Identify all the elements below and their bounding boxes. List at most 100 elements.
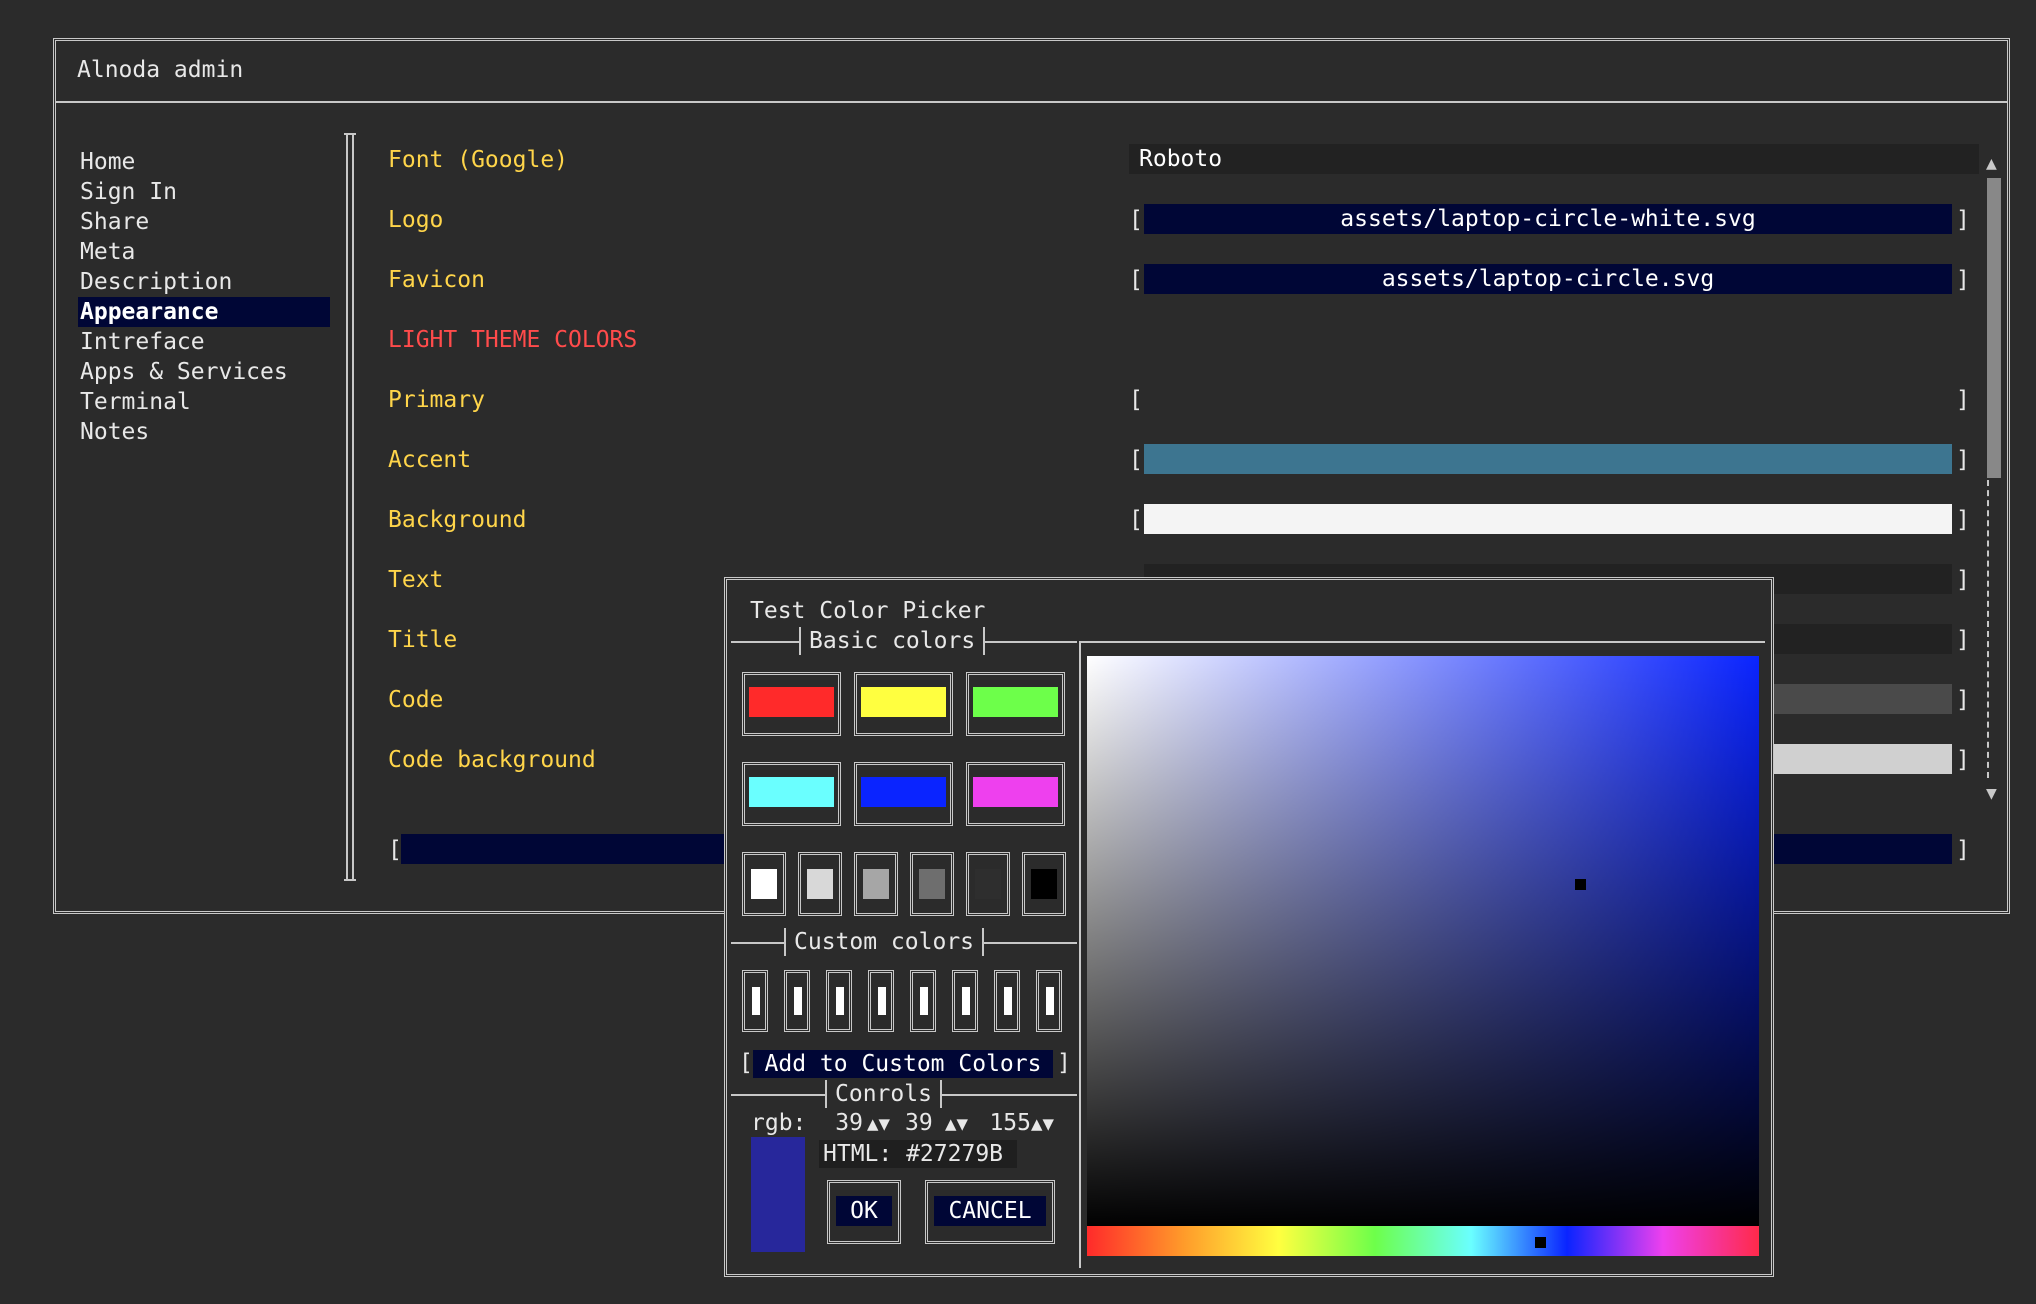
favicon-button[interactable]: assets/laptop-circle.svg — [1144, 264, 1952, 294]
window-title: Alnoda admin — [77, 57, 244, 83]
bracket-close: ] — [1956, 747, 1970, 773]
code-label: Code — [388, 687, 444, 713]
swatch-blue[interactable] — [854, 762, 953, 826]
accent-label: Accent — [388, 447, 472, 473]
color-picker-dialog: Test Color Picker Basic colors Custom co… — [724, 577, 1774, 1277]
cancel-button-frame: CANCEL — [925, 1180, 1055, 1244]
bracket-close: ] — [1956, 567, 1970, 593]
font-input[interactable]: Roboto — [1129, 144, 1979, 174]
scroll-up-icon[interactable]: ▲ — [1986, 153, 1997, 174]
scrollbar-thumb[interactable] — [1987, 178, 2001, 478]
bracket-open: [ — [1129, 387, 1143, 413]
sidebar-item-apps-services[interactable]: Apps & Services — [78, 357, 288, 387]
sidebar-item-home[interactable]: Home — [78, 147, 135, 177]
swatch-white[interactable] — [742, 852, 786, 916]
bracket-open: [ — [739, 1050, 753, 1076]
bracket-close: ] — [1956, 837, 1970, 863]
background-label: Background — [388, 507, 527, 533]
bracket-open: [ — [1129, 207, 1143, 233]
ok-button-frame: OK — [827, 1180, 901, 1244]
sidebar-item-share[interactable]: Share — [78, 207, 149, 237]
basic-colors-heading: Basic colors — [799, 627, 986, 655]
custom-color-slot[interactable] — [742, 970, 768, 1032]
bracket-close: ] — [1956, 447, 1970, 473]
swatch-red[interactable] — [742, 672, 841, 736]
custom-colors-heading: Custom colors — [784, 928, 985, 956]
custom-color-fill — [920, 987, 928, 1015]
blue-spinner-icon[interactable]: ▲▼ — [1031, 1110, 1054, 1138]
custom-color-fill — [878, 987, 886, 1015]
text-label: Text — [388, 567, 444, 593]
custom-color-fill — [1004, 987, 1012, 1015]
accent-color-button[interactable] — [1144, 444, 1952, 474]
swatch-cyan[interactable] — [742, 762, 841, 826]
font-label: Font (Google) — [388, 147, 569, 173]
sidebar-item-meta[interactable]: Meta — [78, 237, 135, 267]
title-bar: Alnoda admin — [56, 41, 2007, 103]
custom-color-slot[interactable] — [868, 970, 894, 1032]
picker-cursor[interactable] — [1575, 879, 1586, 890]
light-theme-heading: LIGHT THEME COLORS — [388, 327, 638, 353]
bracket-open: [ — [1129, 447, 1143, 473]
primary-color-button[interactable] — [1144, 384, 1952, 414]
hue-slider[interactable] — [1087, 1226, 1759, 1256]
swatch-charcoal[interactable] — [966, 852, 1010, 916]
custom-color-fill — [836, 987, 844, 1015]
controls-heading: Conrols — [825, 1080, 942, 1108]
sidebar-item-sign-in[interactable]: Sign In — [78, 177, 177, 207]
swatch-magenta[interactable] — [966, 762, 1065, 826]
title-label: Title — [388, 627, 458, 653]
swatch-yellow[interactable] — [854, 672, 953, 736]
sidebar-divider — [344, 133, 356, 881]
bracket-close: ] — [1956, 507, 1970, 533]
sidebar-item-notes[interactable]: Notes — [78, 417, 149, 447]
bracket-open: [ — [388, 837, 402, 863]
swatch-light-gray[interactable] — [798, 852, 842, 916]
bracket-open: [ — [1129, 507, 1143, 533]
logo-button[interactable]: assets/laptop-circle-white.svg — [1144, 204, 1952, 234]
custom-color-slot[interactable] — [1036, 970, 1062, 1032]
color-preview — [751, 1137, 805, 1252]
add-custom-colors-button[interactable]: Add to Custom Colors — [753, 1050, 1053, 1078]
scroll-down-icon[interactable]: ▼ — [1986, 783, 1997, 804]
rgb-label: rgb: — [751, 1110, 807, 1136]
dialog-title: Test Color Picker — [750, 598, 986, 624]
custom-color-fill — [1046, 987, 1054, 1015]
custom-color-slot[interactable] — [826, 970, 852, 1032]
green-value-input[interactable]: 39 — [905, 1110, 935, 1136]
custom-color-slot[interactable] — [994, 970, 1020, 1032]
swatch-black[interactable] — [1022, 852, 1066, 916]
html-value-field[interactable]: HTML: #27279B — [819, 1140, 1017, 1168]
custom-color-fill — [962, 987, 970, 1015]
ok-button[interactable]: OK — [836, 1196, 892, 1226]
custom-color-slot[interactable] — [952, 970, 978, 1032]
custom-color-slot[interactable] — [784, 970, 810, 1032]
primary-label: Primary — [388, 387, 485, 413]
custom-color-fill — [752, 987, 760, 1015]
bracket-close: ] — [1956, 267, 1970, 293]
cancel-button[interactable]: CANCEL — [934, 1196, 1046, 1226]
background-color-button[interactable] — [1144, 504, 1952, 534]
bracket-open: [ — [1129, 267, 1143, 293]
code-background-label: Code background — [388, 747, 596, 773]
custom-color-slot[interactable] — [910, 970, 936, 1032]
bracket-close: ] — [1956, 627, 1970, 653]
sidebar-item-interface[interactable]: Intreface — [78, 327, 205, 357]
swatch-dark-gray[interactable] — [910, 852, 954, 916]
blue-value-input[interactable]: 155 — [987, 1110, 1031, 1136]
swatch-green[interactable] — [966, 672, 1065, 736]
saturation-value-picker[interactable] — [1087, 656, 1759, 1228]
red-value-input[interactable]: 39 — [833, 1110, 863, 1136]
bracket-close: ] — [1956, 387, 1970, 413]
sidebar-item-appearance[interactable]: Appearance — [78, 297, 330, 327]
sidebar-item-description[interactable]: Description — [78, 267, 232, 297]
swatch-gray[interactable] — [854, 852, 898, 916]
green-spinner-icon[interactable]: ▲▼ — [945, 1110, 968, 1138]
custom-color-fill — [794, 987, 802, 1015]
red-spinner-icon[interactable]: ▲▼ — [867, 1110, 890, 1138]
hue-cursor[interactable] — [1535, 1237, 1546, 1248]
bracket-close: ] — [1956, 207, 1970, 233]
dialog-divider — [1079, 641, 1081, 1268]
sidebar-item-terminal[interactable]: Terminal — [78, 387, 191, 417]
bracket-close: ] — [1956, 687, 1970, 713]
